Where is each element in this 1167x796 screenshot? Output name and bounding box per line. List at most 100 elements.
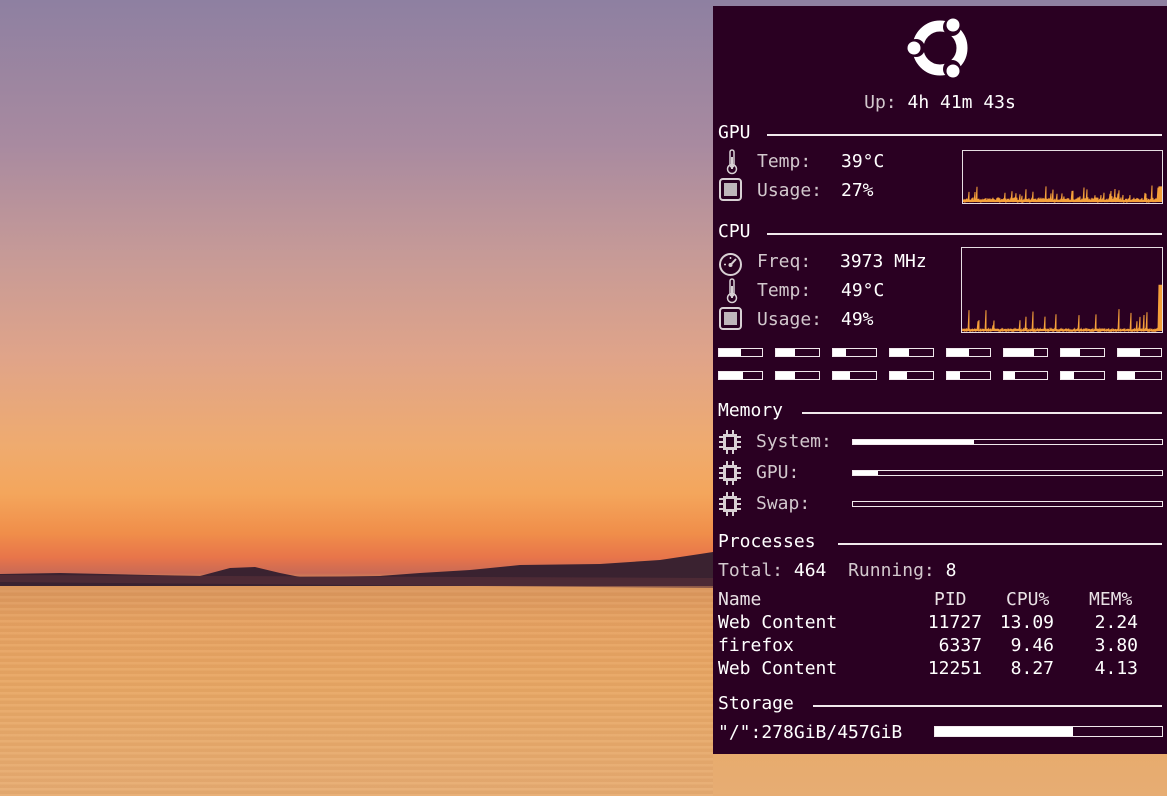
- gpu-usage-value: 27%: [841, 180, 874, 201]
- total-label: Total:: [718, 560, 784, 581]
- core-bar: [889, 348, 934, 357]
- gpu-section-title: GPU: [718, 122, 751, 143]
- core-bar: [946, 348, 991, 357]
- storage-root: "/":278GiB/457GiB: [718, 722, 903, 743]
- core-bar-fill: [1118, 372, 1136, 379]
- core-bar-fill: [833, 349, 846, 356]
- core-bar-fill: [947, 372, 960, 379]
- cpu-divider: [767, 233, 1162, 235]
- core-bar: [832, 348, 877, 357]
- system-monitor-panel: Up: 4h 41m 43s GPU Temp: 39°C Usage: 27%…: [713, 6, 1167, 754]
- core-bar: [718, 371, 763, 380]
- memory-item-bar: [852, 439, 1163, 445]
- gpu-temp-label: Temp:: [757, 151, 812, 172]
- running-label: Running:: [848, 560, 935, 581]
- core-bar-fill: [1118, 349, 1140, 356]
- core-bar: [889, 371, 934, 380]
- processes-divider: [838, 543, 1162, 545]
- core-bar: [832, 371, 877, 380]
- core-bar: [718, 348, 763, 357]
- core-bar: [1117, 348, 1162, 357]
- memory-item-bar: [852, 501, 1163, 507]
- thermometer-icon: [726, 149, 738, 175]
- storage-section-title: Storage: [718, 693, 794, 714]
- core-bar-fill: [890, 372, 908, 379]
- core-bar-fill: [1004, 349, 1035, 356]
- core-bar-fill: [947, 349, 969, 356]
- process-summary: Total: 464 Running: 8: [718, 560, 956, 581]
- process-cpu: 8.27: [1010, 658, 1054, 679]
- core-bar-fill: [833, 372, 851, 379]
- cpu-usage-graph: [961, 247, 1163, 333]
- ubuntu-logo: [907, 18, 968, 78]
- process-name: Web Content: [718, 658, 838, 679]
- core-bar: [1003, 348, 1048, 357]
- table-row: Web Content 12251 8.27 4.13: [718, 658, 1158, 681]
- running-value: 8: [945, 560, 957, 581]
- uptime-value: 4h 41m 43s: [907, 92, 1016, 113]
- process-cpu: 9.46: [1010, 635, 1054, 656]
- cpu-freq-label: Freq:: [757, 251, 812, 272]
- core-bar: [946, 371, 991, 380]
- thermometer-icon: [726, 278, 738, 304]
- process-pid: 6337: [938, 635, 982, 656]
- process-mem: 4.13: [1094, 658, 1138, 679]
- memory-item-label: GPU:: [756, 462, 800, 483]
- cpu-temp-label: Temp:: [757, 280, 812, 301]
- gpu-usage-graph: [962, 150, 1163, 204]
- memory-divider: [802, 412, 1162, 414]
- table-row: firefox 6337 9.46 3.80: [718, 635, 1158, 658]
- process-pid: 11727: [927, 612, 982, 633]
- core-bar: [775, 371, 820, 380]
- chip-icon: [719, 461, 741, 490]
- memory-item-label: System:: [756, 431, 832, 452]
- uptime-label: Up:: [864, 92, 897, 113]
- cpu-usage-label: Usage:: [757, 309, 823, 330]
- cpu-freq-value: 3973 MHz: [840, 251, 927, 272]
- core-bar: [1003, 371, 1048, 380]
- core-bar: [775, 348, 820, 357]
- process-mem: 2.24: [1094, 612, 1138, 633]
- gpu-usage-label: Usage:: [757, 180, 823, 201]
- gpu-divider: [767, 134, 1162, 136]
- memory-section-title: Memory: [718, 400, 784, 421]
- water-reflection: [0, 590, 713, 796]
- cpu-temp-value: 49°C: [841, 280, 885, 301]
- process-name: firefox: [718, 635, 794, 656]
- total-value: 464: [793, 560, 827, 581]
- cpu-square-icon: [719, 307, 742, 330]
- col-mem: MEM%: [1089, 589, 1133, 610]
- core-bar-fill: [1061, 349, 1081, 356]
- core-bar: [1060, 348, 1105, 357]
- gpu-temp-value: 39°C: [841, 151, 885, 172]
- memory-item-label: Swap:: [756, 493, 811, 514]
- core-bar-fill: [719, 349, 741, 356]
- core-bar-fill: [1061, 372, 1074, 379]
- core-bar-fill: [719, 372, 743, 379]
- speedometer-icon: [719, 253, 742, 276]
- uptime: Up: 4h 41m 43s: [713, 92, 1167, 113]
- memory-item-bar: [852, 470, 1163, 476]
- col-cpu: CPU%: [1006, 589, 1050, 610]
- col-pid: PID: [934, 589, 967, 610]
- memory-item-bar-fill: [853, 471, 878, 475]
- core-bar-fill: [1004, 372, 1015, 379]
- cpu-usage-value: 49%: [841, 309, 874, 330]
- core-bar-fill: [776, 349, 796, 356]
- process-mem: 3.80: [1094, 635, 1138, 656]
- storage-bar-fill: [935, 727, 1074, 736]
- chip-icon: [719, 492, 741, 521]
- cpu-square-icon: [719, 178, 742, 201]
- core-bar-fill: [776, 372, 796, 379]
- process-pid: 12251: [927, 658, 982, 679]
- col-name: Name: [718, 589, 762, 610]
- core-bar-fill: [890, 349, 910, 356]
- processes-section-title: Processes: [718, 531, 816, 552]
- core-bar: [1060, 371, 1105, 380]
- cpu-section-title: CPU: [718, 221, 751, 242]
- core-bar: [1117, 371, 1162, 380]
- process-cpu: 13.09: [999, 612, 1054, 633]
- storage-divider: [813, 705, 1162, 707]
- process-table-header: Name PID CPU% MEM%: [718, 589, 1158, 612]
- memory-item-bar-fill: [853, 440, 974, 444]
